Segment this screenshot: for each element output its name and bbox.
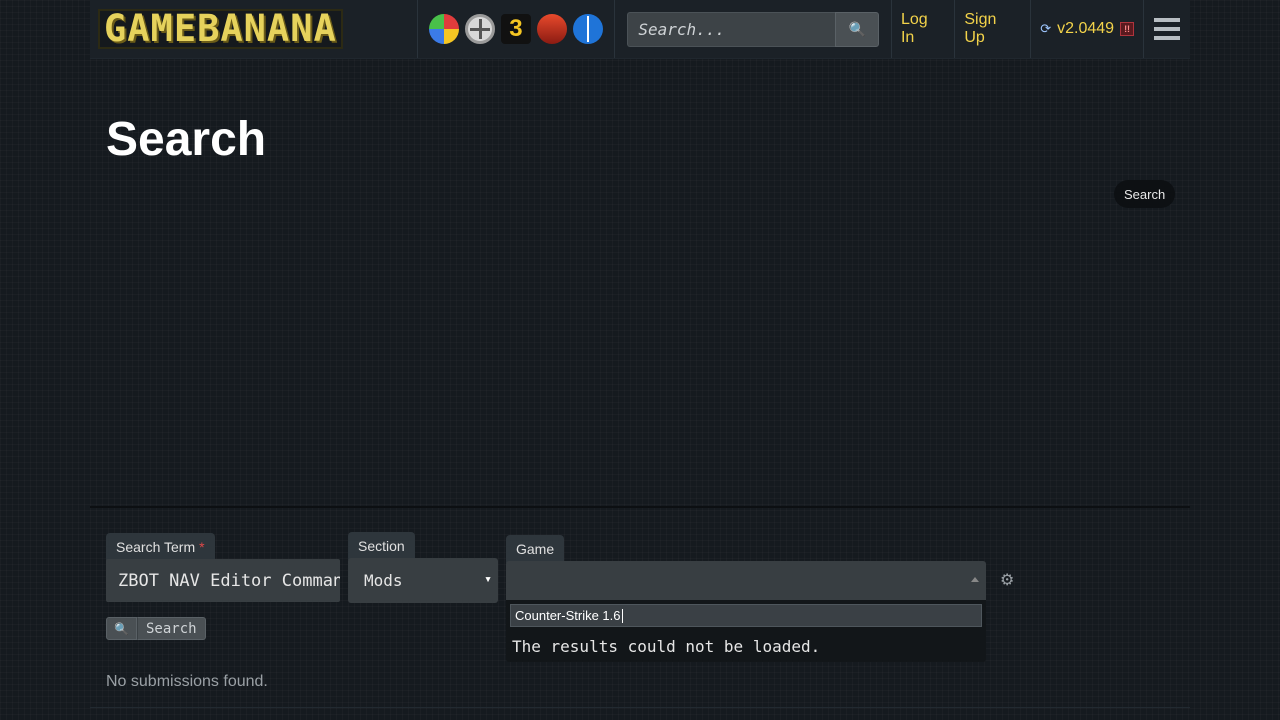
- required-marker: *: [199, 539, 205, 555]
- login-link[interactable]: Log In: [892, 0, 956, 58]
- search-submit-label: Search: [137, 617, 206, 640]
- version-label: v2.0449: [1057, 20, 1115, 37]
- signup-link[interactable]: Sign Up: [955, 0, 1032, 58]
- section-label-text: Section: [358, 538, 405, 554]
- section-label: Section: [348, 532, 415, 560]
- game-dropdown: Counter-Strike 1.6 The results could not…: [506, 600, 986, 662]
- section-select-value: Mods: [364, 571, 403, 590]
- search-term-input[interactable]: ZBOT NAV Editor Commands: [106, 559, 340, 602]
- logo-text: GAMEBANANA: [98, 9, 343, 49]
- divider: [90, 707, 1190, 708]
- no-results-message: No submissions found.: [106, 673, 268, 690]
- game-search-value: Counter-Strike 1.6: [515, 608, 621, 623]
- game-label: Game: [506, 535, 565, 563]
- game-icon-3[interactable]: 3: [500, 14, 531, 44]
- site-header: GAMEBANANA 3 Search... 🔍 Log In Sign Up …: [90, 0, 1190, 59]
- page: GAMEBANANA 3 Search... 🔍 Log In Sign Up …: [90, 0, 1190, 720]
- header-search: Search... 🔍: [615, 0, 892, 58]
- game-icon-1[interactable]: [428, 14, 459, 44]
- search-icon: 🔍: [106, 617, 137, 640]
- search-term-label-text: Search Term: [116, 539, 196, 555]
- header-search-input[interactable]: Search...: [627, 11, 836, 47]
- version-link[interactable]: ⟳ v2.0449 !!: [1031, 0, 1145, 58]
- warning-icon: !!: [1120, 22, 1135, 36]
- gear-icon[interactable]: ⚙: [1000, 570, 1014, 590]
- featured-games: 3: [418, 0, 616, 58]
- menu-icon: [1154, 18, 1181, 40]
- chevron-down-icon: ▾: [484, 572, 492, 587]
- smash-icon[interactable]: [464, 14, 495, 44]
- main-menu-button[interactable]: [1144, 0, 1190, 58]
- game-icon-4[interactable]: [537, 14, 568, 44]
- header-search-button[interactable]: 🔍: [835, 11, 880, 47]
- search-icon: 🔍: [848, 20, 867, 37]
- game-label-text: Game: [516, 541, 555, 557]
- section-select[interactable]: Mods ▾: [348, 558, 498, 603]
- search-pill-button[interactable]: Search: [1114, 180, 1176, 208]
- search-term-label: Search Term *: [106, 533, 215, 561]
- site-logo[interactable]: GAMEBANANA: [90, 0, 418, 58]
- game-select[interactable]: [506, 561, 986, 600]
- game-icon-3-text: 3: [509, 15, 523, 42]
- page-title: Search: [106, 113, 267, 166]
- dropdown-arrow-icon: [971, 577, 979, 582]
- switch-icon[interactable]: [573, 14, 604, 44]
- search-submit-button[interactable]: 🔍 Search: [106, 617, 206, 640]
- update-icon: ⟳: [1040, 21, 1052, 36]
- dropdown-message: The results could not be loaded.: [512, 637, 821, 656]
- text-caret: [621, 608, 623, 623]
- game-search-input[interactable]: Counter-Strike 1.6: [510, 604, 982, 627]
- divider: [90, 506, 1190, 508]
